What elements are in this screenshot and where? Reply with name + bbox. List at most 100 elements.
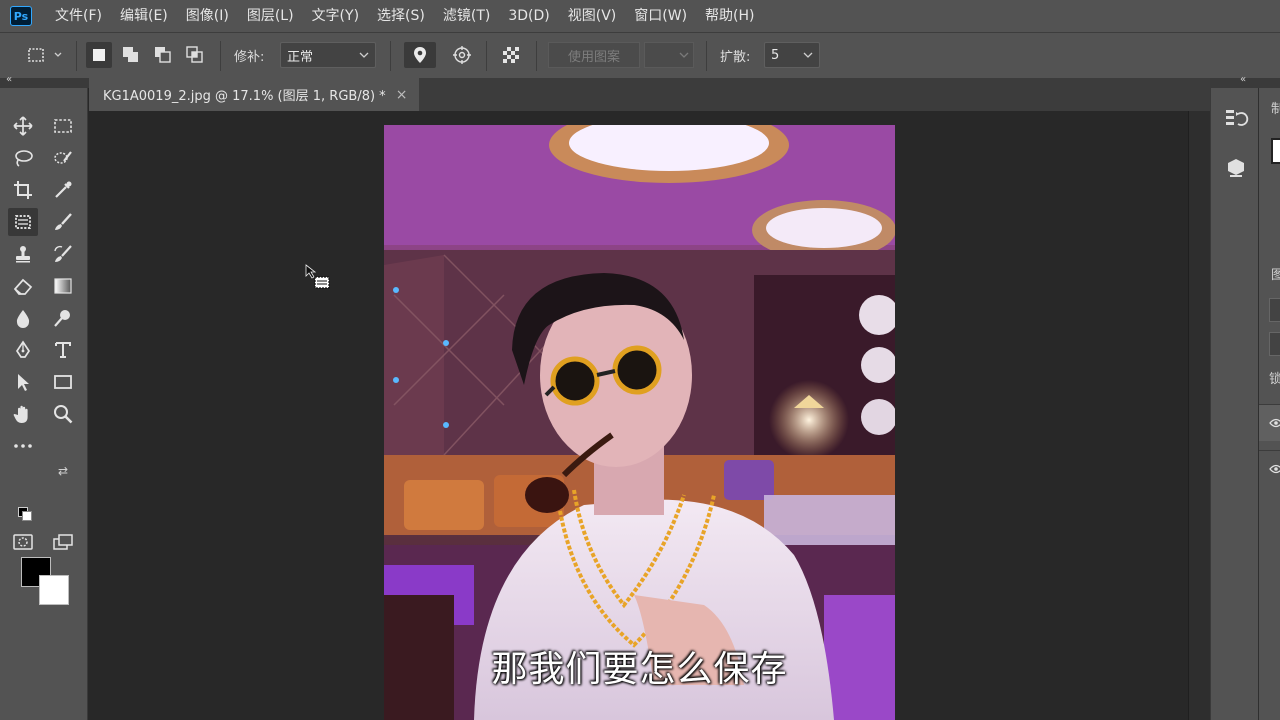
ellipsis-icon — [14, 444, 32, 448]
menu-window[interactable]: 窗口(W) — [625, 0, 696, 32]
zoom-tool[interactable] — [48, 400, 78, 428]
screen-mode-button[interactable] — [48, 528, 78, 556]
menu-edit[interactable]: 编辑(E) — [111, 0, 177, 32]
layer-row[interactable] — [1259, 450, 1280, 487]
patch-source-button[interactable] — [404, 42, 436, 68]
menu-3d[interactable]: 3D(D) — [499, 0, 558, 32]
blend-mode-fragment[interactable] — [1269, 332, 1280, 356]
marquee-tool[interactable] — [48, 112, 78, 140]
menu-help[interactable]: 帮助(H) — [696, 0, 763, 32]
menu-view[interactable]: 视图(V) — [559, 0, 626, 32]
quick-selection-tool[interactable] — [48, 144, 78, 172]
new-selection-button[interactable] — [86, 42, 112, 68]
type-icon — [55, 342, 71, 358]
rectangle-tool[interactable] — [48, 368, 78, 396]
options-bar: 修补: 正常 使用图案 扩散: 5 — [0, 32, 1280, 78]
dodge-tool[interactable] — [48, 304, 78, 332]
layers-search-fragment[interactable] — [1269, 298, 1280, 322]
use-pattern-button[interactable]: 使用图案 — [548, 42, 640, 68]
document-tab-title: KG1A0019_2.jpg @ 17.1% (图层 1, RGB/8) * — [103, 89, 386, 104]
menu-filter[interactable]: 滤镜(T) — [434, 0, 499, 32]
lasso-tool[interactable] — [8, 144, 38, 172]
dodge-icon — [54, 310, 70, 327]
clone-stamp-tool[interactable] — [8, 240, 38, 268]
lock-label-fragment: 锁 — [1269, 368, 1280, 387]
separator — [706, 41, 707, 71]
default-colors-icon[interactable] — [18, 507, 32, 521]
collapse-left-icon: « — [6, 74, 13, 85]
stamp-icon — [16, 246, 30, 263]
quick-mask-button[interactable] — [8, 528, 38, 556]
menu-type[interactable]: 文字(Y) — [303, 0, 368, 32]
intersect-selection-button[interactable] — [182, 42, 208, 68]
patch-cursor-icon — [305, 264, 335, 294]
properties-panel-icon[interactable] — [1223, 156, 1249, 182]
arrow-cursor-icon — [18, 374, 29, 391]
transparent-toggle[interactable] — [496, 42, 526, 68]
path-selection-tool[interactable] — [8, 368, 38, 396]
tool-preset-picker[interactable] — [22, 42, 66, 68]
layer-row[interactable] — [1259, 404, 1280, 441]
chevron-down-icon — [679, 52, 689, 58]
swap-colors-icon[interactable]: ⇄ — [58, 464, 68, 478]
history-panel-icon[interactable] — [1223, 106, 1249, 132]
new-selection-icon — [93, 49, 105, 61]
separator — [220, 41, 221, 71]
menu-layer[interactable]: 图层(L) — [238, 0, 303, 32]
document-tab[interactable]: KG1A0019_2.jpg @ 17.1% (图层 1, RGB/8) * × — [89, 78, 419, 111]
hand-icon — [13, 405, 28, 423]
separator — [390, 41, 391, 71]
type-tool[interactable] — [48, 336, 78, 364]
brush-tool[interactable] — [48, 208, 78, 236]
toolbar-collapse-strip[interactable]: « — [0, 74, 89, 88]
water-drop-icon — [16, 310, 30, 328]
pen-tool[interactable] — [8, 336, 38, 364]
patch-mode-value: 正常 — [287, 49, 314, 65]
document-tab-bar: KG1A0019_2.jpg @ 17.1% (图层 1, RGB/8) * × — [89, 78, 1210, 111]
diffusion-value: 5 — [771, 47, 780, 63]
color-swatch-fragment[interactable] — [1271, 138, 1280, 164]
target-icon — [453, 46, 471, 64]
patch-destination-button[interactable] — [446, 42, 478, 68]
patch-preset-icon — [28, 48, 62, 62]
eyedropper-tool[interactable] — [48, 176, 78, 204]
move-tool[interactable] — [8, 112, 38, 140]
chevron-down-icon — [803, 52, 813, 58]
history-brush-icon — [54, 245, 72, 262]
hand-tool[interactable] — [8, 400, 38, 428]
panel-collapse-strip[interactable]: « — [1210, 74, 1280, 88]
eraser-icon — [13, 278, 33, 295]
quick-selection-icon — [54, 151, 72, 164]
tools-panel: ⇄ — [0, 88, 88, 720]
panel-label-fragment: 制 — [1271, 98, 1280, 117]
gradient-tool[interactable] — [48, 272, 78, 300]
crop-tool[interactable] — [8, 176, 38, 204]
move-icon — [13, 116, 33, 136]
rectangle-icon — [54, 375, 72, 389]
add-selection-button[interactable] — [118, 42, 144, 68]
document-image[interactable] — [384, 125, 895, 720]
background-color-swatch[interactable] — [39, 575, 69, 605]
patch-mode-dropdown[interactable]: 正常 — [280, 42, 376, 68]
collapse-right-icon: « — [1240, 74, 1247, 85]
menu-image[interactable]: 图像(I) — [177, 0, 238, 32]
subtract-selection-icon — [155, 47, 171, 63]
close-icon[interactable]: × — [396, 87, 408, 103]
eraser-tool[interactable] — [8, 272, 38, 300]
panel-dock-edge: 制 图 锁 — [1258, 88, 1280, 720]
patch-tool[interactable] — [8, 208, 38, 236]
separator — [76, 41, 77, 71]
more-tools-button[interactable] — [8, 432, 38, 460]
history-brush-tool[interactable] — [48, 240, 78, 268]
subtract-selection-button[interactable] — [150, 42, 176, 68]
map-pin-icon — [414, 47, 426, 63]
pattern-picker[interactable] — [644, 42, 694, 68]
video-subtitle: 那我们要怎么保存 — [491, 649, 788, 690]
pen-icon — [15, 340, 31, 358]
vertical-scrollbar[interactable] — [1188, 111, 1210, 720]
menu-file[interactable]: 文件(F) — [46, 0, 111, 32]
blur-tool[interactable] — [8, 304, 38, 332]
visibility-eye-icon — [1269, 418, 1280, 428]
menu-select[interactable]: 选择(S) — [368, 0, 434, 32]
diffusion-dropdown[interactable]: 5 — [764, 42, 820, 68]
